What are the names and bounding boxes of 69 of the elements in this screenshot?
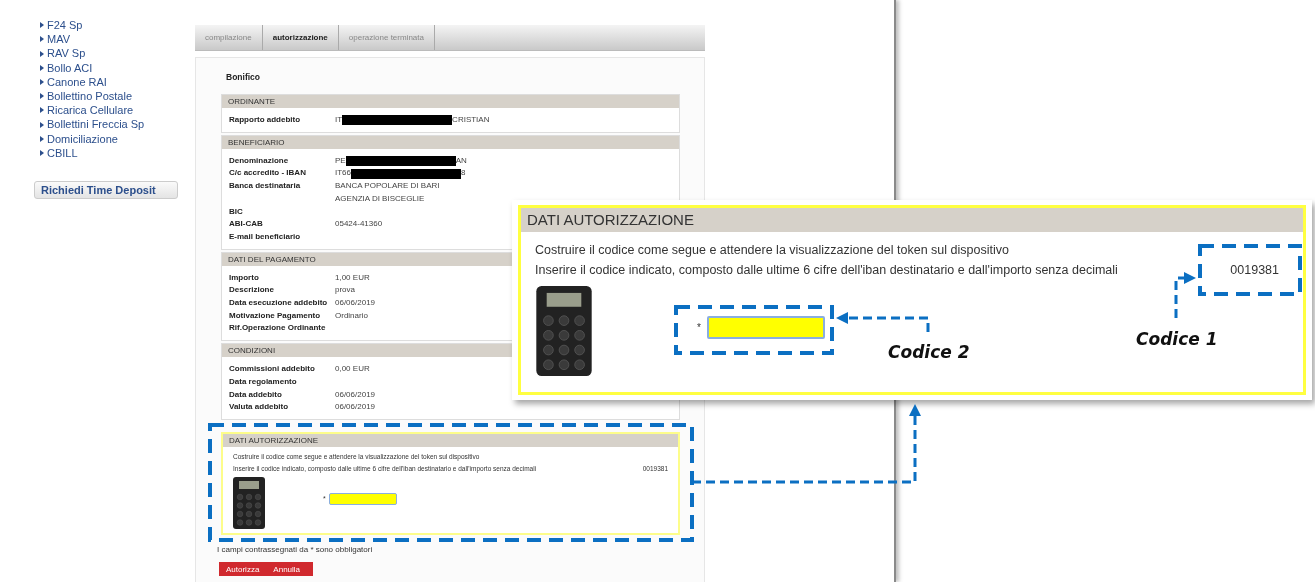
field-label: Descrizione bbox=[229, 284, 275, 297]
bullet-icon bbox=[40, 50, 44, 57]
code-value: 0019381 bbox=[1230, 263, 1279, 277]
field-value: AGENZIA DI BISCEGLIE bbox=[335, 192, 426, 205]
time-deposit-button[interactable]: Richiedi Time Deposit bbox=[34, 181, 178, 200]
field-label: E-mail beneficiario bbox=[229, 230, 302, 243]
sidebar-link[interactable]: RAV Sp bbox=[40, 46, 195, 61]
field-value: Ordinario bbox=[335, 309, 368, 322]
field-value: 05424-41360 bbox=[335, 218, 383, 231]
field-label: Importo bbox=[229, 271, 260, 284]
token-device-icon bbox=[233, 476, 265, 529]
field-value: 1,00 EUR bbox=[335, 271, 370, 284]
bullet-icon bbox=[40, 107, 44, 114]
field-label: C/c accredito - IBAN bbox=[229, 167, 307, 180]
sidebar-link[interactable]: MAV bbox=[40, 32, 195, 47]
bullet-icon bbox=[40, 22, 44, 29]
sidebar-link[interactable]: CBILL bbox=[40, 145, 195, 161]
field-label: Rapporto addebito bbox=[229, 114, 302, 126]
field-value: AN bbox=[455, 154, 467, 167]
sidebar-link[interactable]: F24 Sp bbox=[40, 18, 195, 33]
annotation-label: Codice 1 bbox=[1136, 329, 1218, 349]
token-device-icon bbox=[535, 286, 593, 376]
field-value: 06/06/2019 bbox=[335, 297, 376, 310]
bullet-icon bbox=[40, 135, 44, 142]
field-value: 0,00 EUR bbox=[335, 363, 370, 376]
field-label: Motivazione Pagamento bbox=[229, 309, 322, 322]
field-value: 06/06/2019 bbox=[335, 401, 376, 414]
code-input[interactable] bbox=[706, 316, 825, 339]
sidebar-link[interactable]: Domiciliazione bbox=[40, 131, 195, 146]
field-label: Data addebito bbox=[229, 388, 283, 401]
field-label: Commissioni addebito bbox=[229, 363, 316, 376]
bullet-icon bbox=[40, 64, 44, 71]
field-value: IT66 bbox=[335, 167, 351, 180]
field-label: Valuta addebito bbox=[229, 401, 290, 414]
field-value: BANCA POPOLARE DI BARI bbox=[335, 180, 440, 193]
sidebar-link[interactable]: Bollo ACI bbox=[40, 60, 195, 75]
field-label: Banca destinataria bbox=[229, 180, 302, 193]
field-value: IT bbox=[335, 114, 343, 126]
bullet-icon bbox=[40, 149, 44, 156]
field-label: ABI-CAB bbox=[229, 218, 264, 231]
annotation-label: Codice 2 bbox=[888, 342, 970, 362]
field-label: BIC bbox=[229, 205, 244, 218]
bullet-icon bbox=[40, 78, 44, 85]
connector-arrow bbox=[1174, 272, 1196, 318]
required-mark: * bbox=[697, 322, 701, 333]
code-input[interactable] bbox=[328, 492, 397, 505]
field-label: Denominazione bbox=[229, 154, 290, 167]
sidebar-link[interactable]: Bollettino Postale bbox=[40, 89, 195, 104]
field-label: Data esecuzione addebito bbox=[229, 297, 329, 310]
field-value: 8 bbox=[461, 167, 466, 180]
field-label: Data regolamento bbox=[229, 375, 298, 388]
page-title: Bonifico bbox=[225, 71, 261, 84]
field-value: PE bbox=[335, 154, 346, 167]
field-value: 06/06/2019 bbox=[335, 388, 376, 401]
section-header: BENEFICIARIO bbox=[222, 135, 679, 149]
sidebar-link[interactable]: Ricarica Cellulare bbox=[40, 103, 195, 118]
section-header: DATI AUTORIZZAZIONE bbox=[521, 208, 1303, 232]
field-value: CRISTIAN bbox=[452, 114, 490, 126]
sidebar-link[interactable]: Canone RAI bbox=[40, 74, 195, 89]
field-label: Rif.Operazione Ordinante bbox=[229, 322, 327, 335]
sidebar-link[interactable]: Bollettini Freccia Sp bbox=[40, 117, 195, 132]
section-header: DATI AUTORIZZAZIONE bbox=[223, 433, 678, 447]
field-value: prova bbox=[335, 284, 355, 297]
bullet-icon bbox=[40, 93, 44, 100]
bullet-icon bbox=[40, 36, 44, 43]
required-note: I campi contrassegnati da * sono obbligatori bbox=[217, 544, 374, 554]
step-tab[interactable]: autorizzazione bbox=[262, 25, 339, 50]
section-header: ORDINANTE bbox=[222, 95, 679, 108]
bullet-icon bbox=[40, 121, 44, 128]
